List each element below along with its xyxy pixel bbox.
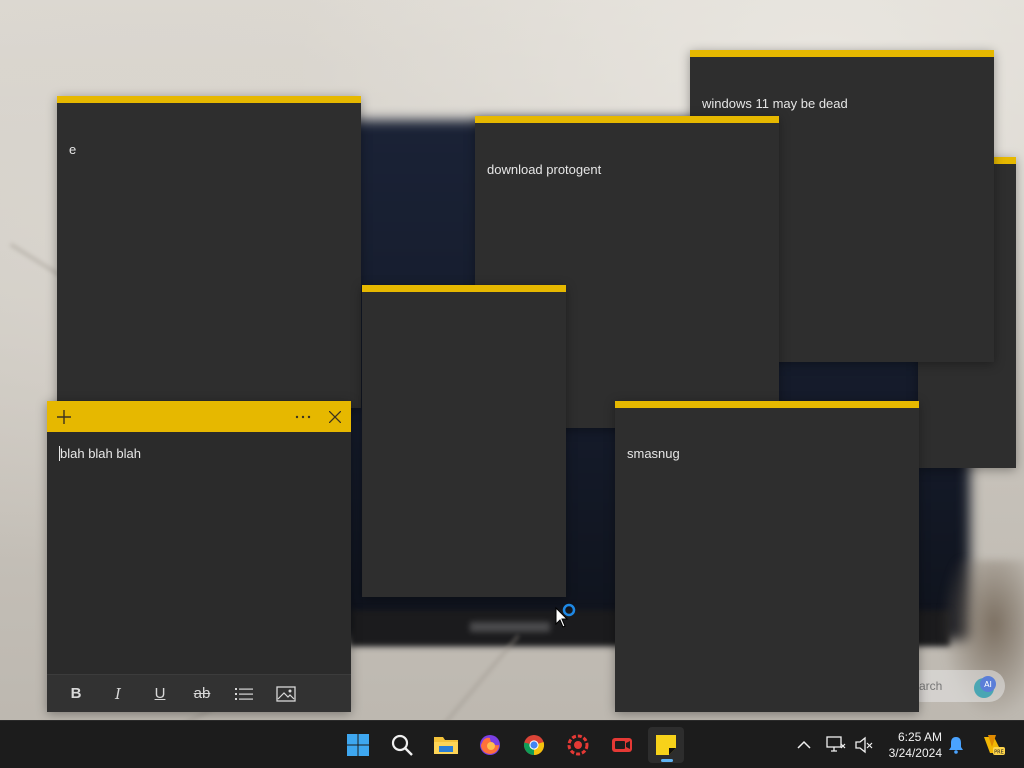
network-button[interactable] xyxy=(822,727,850,763)
bold-button[interactable]: B xyxy=(55,679,97,709)
show-hidden-icons-button[interactable] xyxy=(788,727,820,763)
strikethrough-label: ab xyxy=(193,685,211,702)
clock-time[interactable]: 6:25 AM xyxy=(878,730,942,744)
firefox-button[interactable] xyxy=(472,727,508,763)
svg-text:AI: AI xyxy=(984,680,992,689)
note-accent-bar xyxy=(690,50,994,57)
note-text: download protogent xyxy=(487,162,602,177)
taskbar: 6:25 AM 3/24/2024 PRE xyxy=(0,720,1024,768)
notifications-button[interactable] xyxy=(944,727,968,763)
note-accent-bar xyxy=(57,96,361,103)
file-explorer-button[interactable] xyxy=(428,727,464,763)
plus-icon xyxy=(57,409,71,424)
italic-label: I xyxy=(115,684,121,703)
note-text: windows 11 may be dead xyxy=(702,96,848,111)
sticky-note-active[interactable]: blah blah blah B I U ab xyxy=(47,401,351,712)
folder-icon xyxy=(434,737,458,754)
bullet-list-icon xyxy=(235,687,253,700)
menu-button[interactable] xyxy=(288,401,318,432)
note-accent-bar xyxy=(615,401,919,408)
chevron-up-icon xyxy=(797,740,811,749)
chrome-icon xyxy=(523,735,545,756)
firefox-icon xyxy=(480,735,500,755)
sticky-note-empty[interactable] xyxy=(362,285,566,597)
copilot-icon: PRE xyxy=(984,735,1005,756)
sticky-notes-button[interactable] xyxy=(648,727,684,763)
wallpaper-streak xyxy=(440,634,520,720)
volume-muted-icon xyxy=(855,736,873,754)
note-accent-bar xyxy=(362,285,566,292)
desktop-search-text: arch xyxy=(919,679,943,693)
windows-logo-icon xyxy=(347,734,369,756)
screen-recorder-button[interactable] xyxy=(604,727,640,763)
note-text: smasnug xyxy=(627,446,680,461)
image-button[interactable] xyxy=(265,679,307,709)
active-app-indicator xyxy=(661,759,673,762)
more-icon xyxy=(295,415,311,418)
add-note-button[interactable] xyxy=(49,401,79,432)
note-accent-bar xyxy=(475,116,779,123)
svg-text:PRE: PRE xyxy=(994,750,1004,756)
mouse-cursor-busy-icon xyxy=(555,602,579,628)
note-text: e xyxy=(69,142,77,157)
red-gear-app-icon xyxy=(567,734,589,756)
network-icon xyxy=(826,736,846,752)
note-editor-text: blah blah blah xyxy=(60,446,141,461)
start-button[interactable] xyxy=(340,727,376,763)
taskbar-search-button[interactable] xyxy=(384,727,420,763)
red-app-button[interactable] xyxy=(560,727,596,763)
bullets-button[interactable] xyxy=(223,679,265,709)
underline-label: U xyxy=(154,685,166,702)
copilot-button[interactable]: PRE xyxy=(976,727,1010,763)
italic-button[interactable]: I xyxy=(97,679,139,709)
close-icon xyxy=(329,410,341,423)
sticky-note-smasnug[interactable]: smasnug xyxy=(615,401,919,712)
clock-date[interactable]: 3/24/2024 xyxy=(874,746,942,760)
chrome-button[interactable] xyxy=(516,727,552,763)
format-toolbar: B I U ab xyxy=(47,674,351,712)
strikethrough-button[interactable]: ab xyxy=(181,679,223,709)
camera-recorder-icon xyxy=(612,738,632,752)
copilot-ai-icon[interactable]: AI xyxy=(970,672,1000,702)
sticky-note-e[interactable]: e xyxy=(57,96,361,408)
close-button[interactable] xyxy=(320,401,350,432)
wallpaper-tv-label xyxy=(470,622,550,632)
image-icon xyxy=(276,685,296,702)
note-editor[interactable]: blah blah blah xyxy=(59,446,141,461)
search-icon xyxy=(391,734,413,756)
sticky-notes-icon xyxy=(656,735,676,755)
bell-icon xyxy=(949,737,963,754)
underline-button[interactable]: U xyxy=(139,679,181,709)
bold-label: B xyxy=(70,685,82,702)
note-header[interactable] xyxy=(47,401,351,432)
